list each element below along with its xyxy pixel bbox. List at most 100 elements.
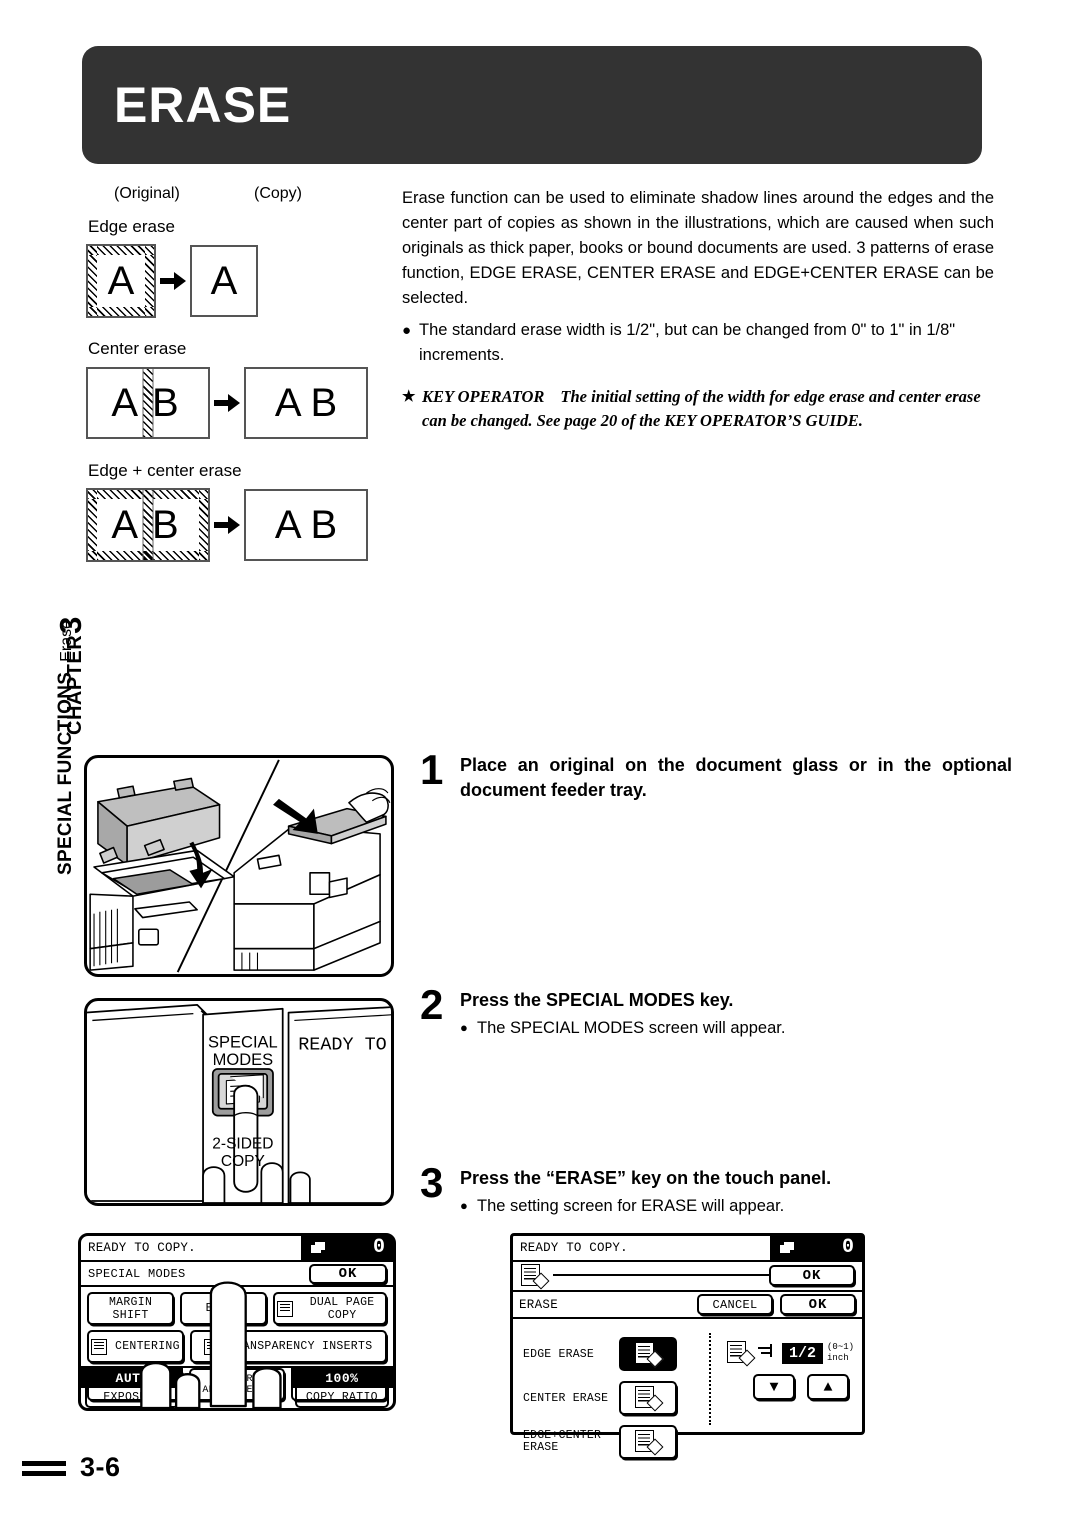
- arrow-right-icon: [156, 272, 190, 290]
- option-center-erase[interactable]: CENTER ERASE: [523, 1381, 698, 1415]
- lcd-function-bar: OK: [513, 1262, 862, 1292]
- option-edge-erase[interactable]: EDGE ERASE: [523, 1337, 698, 1371]
- option-edge-center-erase-label: EDGE+CENTER ERASE: [523, 1429, 602, 1454]
- lcd-status-text: READY TO COPY.: [520, 1241, 628, 1255]
- transparency-icon: [202, 1337, 222, 1357]
- erase-ok-button[interactable]: OK: [780, 1294, 856, 1315]
- step-3: 3 Press the “ERASE” key on the touch pan…: [420, 1162, 1012, 1218]
- intro-bullet-text: The standard erase width is 1/2", but ca…: [419, 321, 956, 364]
- erase-cancel-button[interactable]: CANCEL: [697, 1294, 773, 1315]
- option-center-erase-key[interactable]: [619, 1381, 677, 1415]
- copy-ratio-cell[interactable]: 100% COPY RATIO: [290, 1368, 393, 1408]
- copy-stack-icon: [311, 1241, 327, 1255]
- bullet-dot-icon: ●: [402, 322, 412, 339]
- edge-erase-copy: A: [190, 245, 258, 317]
- dual-page-icon: [275, 1299, 295, 1319]
- key-centering-label: CENTERING: [115, 1340, 180, 1353]
- page-footer: 3-6: [22, 1452, 121, 1483]
- page-title: ERASE: [114, 77, 292, 133]
- center-erase-label: Center erase: [88, 339, 187, 358]
- lcd-status-bar: READY TO COPY. 0: [81, 1236, 393, 1262]
- edge-center-erase-copy: A B: [244, 489, 368, 561]
- key-centering[interactable]: CENTERING: [87, 1330, 184, 1363]
- panel-key-label-line1: SPECIAL: [208, 1034, 278, 1052]
- center-erase-original: AB: [86, 367, 210, 439]
- panel-display-text: READY TO: [298, 1035, 387, 1056]
- step-1-title: Place an original on the document glass …: [460, 755, 1012, 800]
- special-modes-row-2: CENTERING TRANSPARENCY INSERTS: [87, 1330, 387, 1363]
- key-erase-label: ERASE: [205, 1302, 242, 1315]
- arrow-right-icon: [210, 394, 244, 412]
- erase-width-control: 1/2 (0~1) inch ▼ ▲: [727, 1341, 857, 1400]
- bullet-dot-icon: ●: [460, 1198, 468, 1213]
- key-transparency-inserts-label: TRANSPARENCY INSERTS: [228, 1340, 373, 1353]
- erase-examples-figure: (Original) (Copy) Edge erase A A Center …: [86, 185, 386, 565]
- edge-erase-original-letters: A: [107, 259, 135, 303]
- erase-width-unit-label: inch: [827, 1353, 849, 1363]
- lcd-status-text: READY TO COPY.: [88, 1241, 196, 1255]
- centering-icon: [89, 1337, 109, 1357]
- copy-stack-icon: [780, 1241, 796, 1255]
- bottom-middle-cell: [183, 1368, 290, 1408]
- center-erase-copy: A B: [244, 367, 368, 439]
- copy-count-area: 0: [770, 1236, 862, 1260]
- option-edge-center-erase[interactable]: EDGE+CENTER ERASE: [523, 1425, 698, 1459]
- erase-title-bar: ERASE CANCEL OK: [513, 1292, 862, 1319]
- erase-width-doc-icon: [727, 1341, 756, 1367]
- operation-panel-illustration: SPECIAL MODES 2-SIDED COPY READY TO: [87, 1004, 391, 1203]
- erase-width-value: 1/2: [782, 1342, 824, 1364]
- erase-width-row: 1/2 (0~1) inch: [727, 1341, 857, 1367]
- intro-text-block: Erase function can be used to eliminate …: [402, 186, 994, 433]
- option-edge-center-erase-key[interactable]: [619, 1425, 677, 1459]
- edge-erase-label: Edge erase: [88, 217, 175, 236]
- exposure-value: AUTO: [81, 1368, 184, 1388]
- edge-center-erase-example: AB A B: [86, 485, 386, 565]
- footer-rule-icon: [22, 1458, 66, 1478]
- lcd-erase-screen[interactable]: READY TO COPY. 0 OK ERASE CANCEL OK EDGE…: [510, 1233, 865, 1459]
- key-operator-body: KEY OPERATOR The initial setting of the w…: [422, 385, 994, 433]
- bullet-dot-icon: ●: [460, 1020, 468, 1035]
- chapter-topic-label: Erase: [58, 619, 75, 662]
- edge-erase-copy-letters: A: [210, 259, 238, 303]
- key-dual-page-copy[interactable]: DUAL PAGE COPY: [273, 1292, 387, 1325]
- step-3-note: ● The setting screen for ERASE will appe…: [460, 1194, 1012, 1218]
- arrow-right-icon: [210, 516, 244, 534]
- copy-column-label: (Copy): [254, 185, 303, 202]
- step-3-title: Press the “ERASE” key on the touch panel…: [460, 1168, 832, 1188]
- step-2: 2 Press the SPECIAL MODES key. ● The SPE…: [420, 984, 1012, 1040]
- example-column-headers: (Original) (Copy): [86, 185, 386, 211]
- erase-screen-title: ERASE: [519, 1297, 559, 1312]
- lcd-screen-title-bar: SPECIAL MODES OK: [81, 1262, 393, 1287]
- original-column-label: (Original): [114, 185, 180, 202]
- edge-center-erase-label: Edge + center erase: [88, 461, 242, 480]
- option-center-erase-label: CENTER ERASE: [523, 1391, 609, 1405]
- erase-top-ok-button[interactable]: OK: [769, 1265, 855, 1286]
- key-transparency-inserts[interactable]: TRANSPARENCY INSERTS: [189, 1330, 387, 1363]
- key-margin-shift[interactable]: MARGIN SHIFT: [87, 1292, 175, 1325]
- center-erase-icon: [635, 1386, 664, 1412]
- erase-panel-divider: [709, 1333, 711, 1425]
- key-operator-label: KEY OPERATOR: [422, 387, 545, 406]
- copy-ratio-label: COPY RATIO: [294, 1388, 389, 1408]
- special-modes-ok-button[interactable]: OK: [309, 1264, 387, 1284]
- chapter-section-tab: SPECIAL FUNCTIONS Erase: [55, 615, 85, 875]
- edge-center-erase-icon: [635, 1430, 664, 1456]
- option-edge-erase-key[interactable]: [619, 1337, 677, 1371]
- step-2-note-text: The SPECIAL MODES screen will appear.: [477, 1019, 786, 1037]
- special-modes-row-1: MARGIN SHIFT ERASE DUAL PAGE COPY: [87, 1292, 387, 1325]
- width-decrease-button[interactable]: ▼: [753, 1374, 795, 1400]
- width-increase-button[interactable]: ▲: [807, 1374, 849, 1400]
- erase-body: EDGE ERASE CENTER ERASE EDGE+CENTER ERAS…: [513, 1319, 862, 1459]
- width-gauge-icon: [758, 1343, 776, 1364]
- manual-page: ERASE CHAPTER 3 SPECIAL FUNCTIONS Erase …: [0, 0, 1080, 1528]
- intro-paragraph: Erase function can be used to eliminate …: [402, 189, 994, 307]
- key-dual-page-copy-label: DUAL PAGE COPY: [309, 1295, 375, 1322]
- chevron-down-icon: ▼: [769, 1378, 779, 1396]
- center-erase-copy-letters: A B: [274, 381, 338, 425]
- lcd-special-modes-screen[interactable]: READY TO COPY. 0 SPECIAL MODES OK MARGIN…: [78, 1233, 396, 1411]
- panel-key-label-line2: MODES: [213, 1051, 274, 1069]
- exposure-cell[interactable]: AUTO EXPOSURE: [81, 1368, 184, 1408]
- lcd-screen-title: SPECIAL MODES: [88, 1266, 186, 1281]
- key-erase[interactable]: ERASE: [180, 1292, 268, 1325]
- exposure-label: EXPOSURE: [85, 1388, 180, 1408]
